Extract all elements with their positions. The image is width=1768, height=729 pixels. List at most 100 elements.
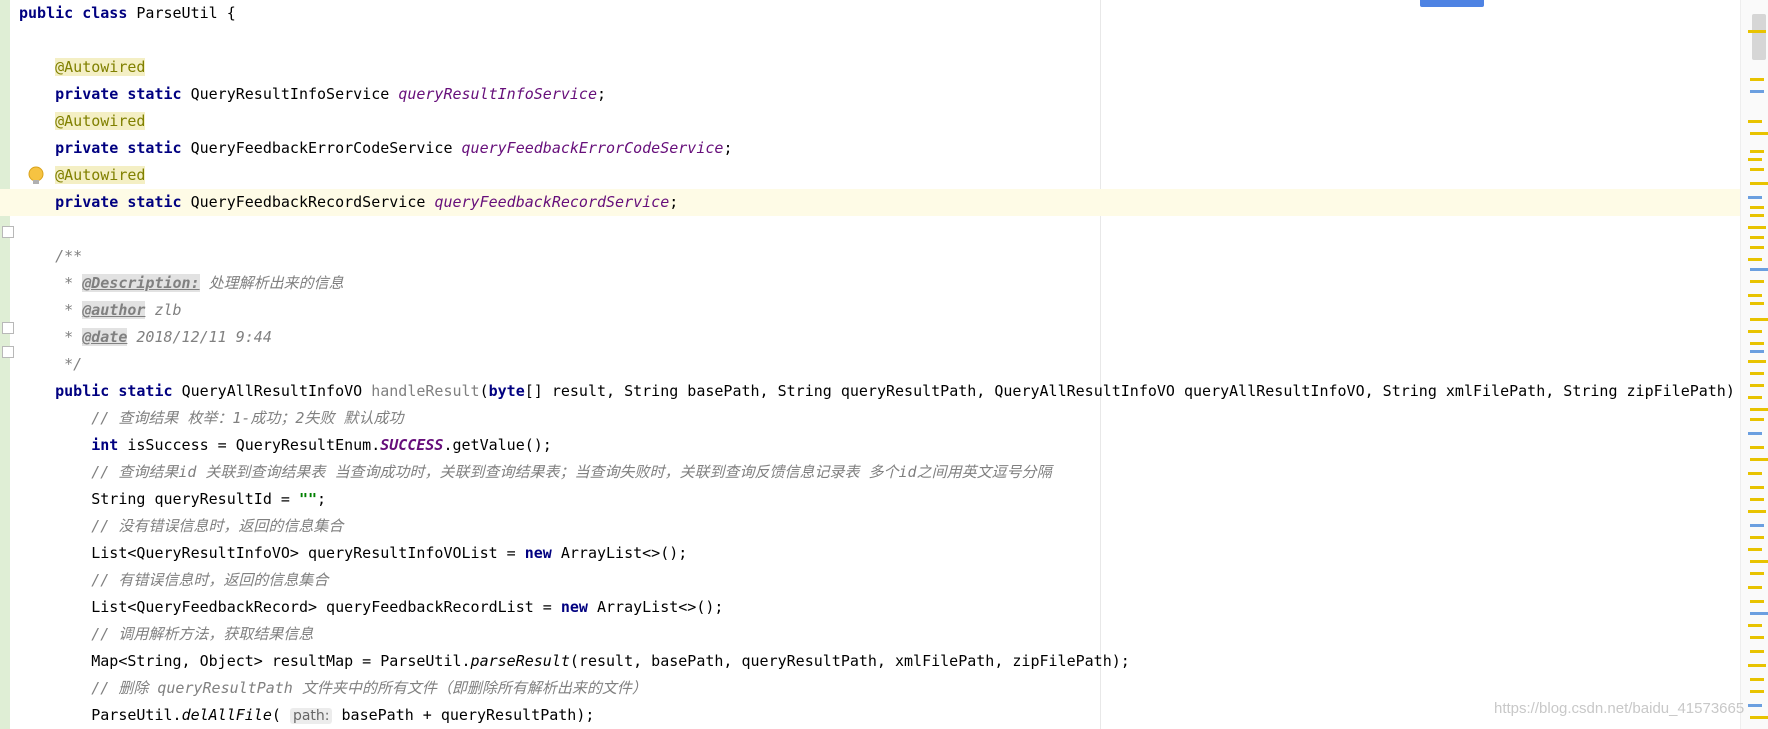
code-line[interactable]: // 查询结果 枚举：1-成功；2失败 默认成功 <box>0 405 1759 432</box>
warning-marker[interactable] <box>1750 572 1764 575</box>
code-line[interactable]: @Autowired <box>0 54 1759 81</box>
warning-marker[interactable] <box>1750 536 1764 539</box>
toolbar-button[interactable] <box>1420 0 1484 7</box>
info-marker[interactable] <box>1750 612 1768 615</box>
code-line[interactable]: private static QueryFeedbackErrorCodeSer… <box>0 135 1759 162</box>
warning-marker[interactable] <box>1750 168 1764 171</box>
code-line[interactable]: private static QueryResultInfoService qu… <box>0 81 1759 108</box>
code-line[interactable]: int isSuccess = QueryResultEnum.SUCCESS.… <box>0 432 1759 459</box>
warning-marker[interactable] <box>1750 418 1764 421</box>
info-marker[interactable] <box>1748 704 1762 707</box>
code-editor[interactable]: public class ParseUtil { @Autowired priv… <box>0 0 1768 729</box>
warning-marker[interactable] <box>1748 30 1766 33</box>
code-token: // 没有错误信息时，返回的信息集合 <box>91 517 344 535</box>
code-line[interactable]: // 查询结果id 关联到查询结果表 当查询成功时，关联到查询结果表；当查询失败… <box>0 459 1759 486</box>
info-marker[interactable] <box>1748 196 1762 199</box>
info-marker[interactable] <box>1750 90 1764 93</box>
code-line[interactable]: List<QueryResultInfoVO> queryResultInfoV… <box>0 540 1759 567</box>
warning-marker[interactable] <box>1748 330 1762 333</box>
code-line[interactable]: @Autowired <box>0 108 1759 135</box>
code-line[interactable] <box>0 216 1759 243</box>
warning-marker[interactable] <box>1750 246 1764 249</box>
warning-marker[interactable] <box>1750 498 1764 501</box>
code-line[interactable]: * @Description: 处理解析出来的信息 <box>0 270 1759 297</box>
code-line[interactable]: public static QueryAllResultInfoVO handl… <box>0 378 1759 405</box>
code-line[interactable] <box>0 27 1759 54</box>
code-line[interactable]: // 调用解析方法，获取结果信息 <box>0 621 1759 648</box>
fold-icon[interactable] <box>2 346 14 358</box>
code-line[interactable]: // 有错误信息时，返回的信息集合 <box>0 567 1759 594</box>
warning-marker[interactable] <box>1750 206 1764 209</box>
warning-marker[interactable] <box>1748 548 1762 551</box>
code-line[interactable]: // 没有错误信息时，返回的信息集合 <box>0 513 1759 540</box>
warning-marker[interactable] <box>1748 472 1762 475</box>
code-line[interactable]: Map<String, Object> resultMap = ParseUti… <box>0 648 1759 675</box>
warning-marker[interactable] <box>1750 650 1764 653</box>
warning-marker[interactable] <box>1748 360 1766 363</box>
info-marker[interactable] <box>1750 524 1764 527</box>
info-marker[interactable] <box>1748 432 1762 435</box>
scrollbar-thumb[interactable] <box>1752 14 1766 60</box>
warning-marker[interactable] <box>1750 384 1764 387</box>
code-token: Map<String, Object> resultMap = ParseUti… <box>91 652 471 670</box>
lightbulb-icon[interactable] <box>27 166 45 186</box>
code-line[interactable]: */ <box>0 351 1759 378</box>
warning-marker[interactable] <box>1750 716 1768 719</box>
warning-marker[interactable] <box>1748 258 1762 261</box>
info-marker[interactable] <box>1750 350 1764 353</box>
warning-marker[interactable] <box>1748 158 1762 161</box>
warning-marker[interactable] <box>1750 342 1764 345</box>
fold-icon[interactable] <box>2 226 14 238</box>
warning-marker[interactable] <box>1748 664 1766 667</box>
warning-marker[interactable] <box>1750 182 1768 185</box>
code-token: isSuccess = QueryResultEnum. <box>127 436 381 454</box>
code-token: ; <box>723 139 733 157</box>
warning-marker[interactable] <box>1748 510 1766 513</box>
warning-marker[interactable] <box>1750 150 1764 153</box>
warning-marker[interactable] <box>1748 226 1766 229</box>
warning-marker[interactable] <box>1750 486 1764 489</box>
warning-marker[interactable] <box>1750 78 1764 81</box>
warning-marker[interactable] <box>1750 690 1764 693</box>
warning-marker[interactable] <box>1750 458 1768 461</box>
warning-marker[interactable] <box>1750 280 1764 283</box>
code-line[interactable]: * @date 2018/12/11 9:44 <box>0 324 1759 351</box>
warning-marker[interactable] <box>1748 294 1762 297</box>
code-token: ParseUtil. <box>91 706 182 724</box>
warning-marker[interactable] <box>1750 302 1764 305</box>
info-marker[interactable] <box>1750 268 1768 271</box>
warning-marker[interactable] <box>1750 446 1764 449</box>
warning-marker[interactable] <box>1748 120 1762 123</box>
warning-marker[interactable] <box>1750 560 1768 563</box>
fold-icon[interactable] <box>2 322 14 334</box>
warning-marker[interactable] <box>1748 624 1762 627</box>
code-line[interactable]: @Autowired <box>0 162 1759 189</box>
code-line[interactable]: private static QueryFeedbackRecordServic… <box>0 189 1759 216</box>
code-line[interactable]: List<QueryFeedbackRecord> queryFeedbackR… <box>0 594 1759 621</box>
code-line[interactable]: public class ParseUtil { <box>0 0 1759 27</box>
code-token: 2018/12/11 9:44 <box>127 328 272 346</box>
code-line[interactable]: * @author zlb <box>0 297 1759 324</box>
warning-marker[interactable] <box>1748 586 1762 589</box>
warning-marker[interactable] <box>1750 372 1764 375</box>
error-stripe[interactable] <box>1740 0 1768 729</box>
warning-marker[interactable] <box>1750 318 1768 321</box>
code-token: parseResult <box>470 652 570 670</box>
warning-marker[interactable] <box>1750 600 1764 603</box>
warning-marker[interactable] <box>1748 396 1762 399</box>
warning-marker[interactable] <box>1750 678 1764 681</box>
warning-marker[interactable] <box>1750 636 1764 639</box>
code-line[interactable]: // 删除 queryResultPath 文件夹中的所有文件（即删除所有解析出… <box>0 675 1759 702</box>
warning-marker[interactable] <box>1750 214 1764 217</box>
code-line[interactable]: String queryResultId = ""; <box>0 486 1759 513</box>
code-token: QueryAllResultInfoVO <box>181 382 372 400</box>
warning-marker[interactable] <box>1750 132 1768 135</box>
code-line[interactable]: /** <box>0 243 1759 270</box>
warning-marker[interactable] <box>1750 236 1764 239</box>
warning-marker[interactable] <box>1750 408 1768 411</box>
